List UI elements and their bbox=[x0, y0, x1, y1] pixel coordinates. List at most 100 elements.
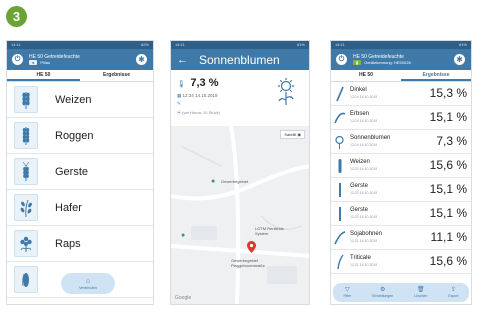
result-row[interactable]: Gerste 12:22 14.10.2019 15,1 % bbox=[331, 202, 471, 226]
result-row[interactable]: Weizen 12:22 14.10.2019 15,6 % bbox=[331, 154, 471, 178]
battery-chip: ▮ bbox=[353, 60, 362, 65]
connect-button[interactable]: ⌂ Verbinden bbox=[61, 273, 115, 294]
delete-button[interactable]: 🗑 Löschen bbox=[414, 287, 427, 298]
power-icon[interactable]: ⏻ bbox=[336, 54, 347, 65]
device-chip: ● bbox=[29, 60, 38, 65]
app-subtitle: Pillau bbox=[40, 60, 51, 65]
result-value: 15,1 % bbox=[429, 206, 467, 220]
satellite-label: Satellit bbox=[284, 132, 297, 137]
phone-results-list: 14:11 81% ⏻ HE 50 Getreidefeuchte ▮ Gerä… bbox=[330, 40, 472, 305]
datetime: 12:24 14.10.2019 bbox=[182, 93, 218, 98]
result-date: 12:24 14.10.2019 bbox=[350, 143, 378, 147]
tab-he50[interactable]: HE 50 bbox=[331, 70, 401, 81]
results-list: Dinkel 12:24 14.10.2019 15,3 % Erbsen 12:2… bbox=[331, 82, 471, 274]
settings-button[interactable]: ⚙ Einstellungen bbox=[372, 287, 393, 298]
rye-icon bbox=[14, 122, 38, 149]
result-row[interactable]: Sonnenblumen 12:24 14.10.2019 7,3 % bbox=[331, 130, 471, 154]
app-title-block: HE 50 Getreidefeuchte ● Pillau bbox=[29, 54, 80, 65]
grain-list: Weizen Roggen Gerste Hafer Raps ⌂ Verbin… bbox=[7, 82, 153, 298]
poi-pin-icon[interactable]: ● bbox=[211, 178, 215, 185]
settings-label: Einstellungen bbox=[372, 294, 394, 298]
location-map[interactable]: Satellit ◉ ● Gewerbegebiet ● LGTM Renfie… bbox=[171, 126, 309, 304]
location-pin-icon: ⦿ bbox=[177, 110, 181, 115]
grain-row-weizen[interactable]: Weizen bbox=[7, 82, 153, 118]
corn-icon bbox=[14, 266, 38, 293]
status-time: 14:11 bbox=[11, 42, 21, 47]
edit-note-icon[interactable]: ✎ bbox=[177, 101, 181, 106]
result-text: Sonnenblumen 12:24 14.10.2019 bbox=[350, 135, 390, 148]
power-icon[interactable]: ⏻ bbox=[12, 54, 23, 65]
wheat-icon bbox=[14, 86, 38, 113]
barley-icon bbox=[333, 205, 346, 223]
step-badge: 3 bbox=[6, 6, 27, 27]
app-subtitle-row: ● Pillau bbox=[29, 60, 80, 65]
app-bar: ⏻ HE 50 Getreidefeuchte ▮ Gerätekennung:… bbox=[331, 49, 471, 70]
status-time: 14:11 bbox=[175, 42, 185, 47]
result-date: 12:22 14.10.2019 bbox=[350, 191, 378, 195]
grain-row-raps[interactable]: Raps bbox=[7, 226, 153, 262]
result-name: Sonnenblumen bbox=[350, 135, 391, 141]
result-row[interactable]: Sojabohnen 12:21 14.10.2019 11,1 % bbox=[331, 226, 471, 250]
tab-results[interactable]: Ergebnisse bbox=[401, 70, 471, 81]
result-date: 12:24 14.10.2019 bbox=[350, 119, 378, 123]
status-time: 14:11 bbox=[335, 42, 345, 47]
app-bar: ⏻ HE 50 Getreidefeuchte ● Pillau ✱ bbox=[7, 49, 153, 70]
back-arrow-icon[interactable]: ← bbox=[177, 54, 191, 66]
triticale-icon bbox=[333, 253, 346, 271]
tab-he50[interactable]: HE 50 bbox=[7, 70, 80, 81]
connect-label: Verbinden bbox=[78, 284, 97, 290]
filter-button[interactable]: ▽ Filter bbox=[343, 287, 351, 298]
status-bar: 14:11 81% bbox=[331, 41, 471, 49]
satellite-toggle[interactable]: Satellit ◉ bbox=[280, 130, 305, 139]
tab-bar: HE 50 Ergebnisse bbox=[7, 70, 153, 82]
app-subtitle-row: ▮ Gerätekennung: HE50028 bbox=[353, 60, 411, 65]
result-value: 11,1 % bbox=[430, 230, 467, 244]
settings-gear-icon[interactable]: ✱ bbox=[136, 54, 147, 65]
result-row[interactable]: Erbsen 12:24 14.10.2019 15,1 % bbox=[331, 106, 471, 130]
settings-gear-icon[interactable]: ✱ bbox=[454, 54, 465, 65]
tab-bar: HE 50 Ergebnisse bbox=[331, 70, 471, 82]
status-battery: 81% bbox=[296, 42, 305, 47]
spelt-icon bbox=[333, 85, 346, 103]
result-row[interactable]: Triticale 12:21 14.10.2019 15,6 % bbox=[331, 250, 471, 274]
barley-icon bbox=[14, 158, 38, 185]
result-date: 12:24 14.10.2019 bbox=[350, 95, 378, 99]
phone-grain-selection: 14:11 82% ⏻ HE 50 Getreidefeuchte ● Pill… bbox=[6, 40, 154, 305]
result-text: Dinkel 12:24 14.10.2019 bbox=[350, 87, 377, 100]
result-date: 12:21 14.10.2019 bbox=[350, 263, 378, 267]
export-button[interactable]: ⇪ Export bbox=[448, 287, 458, 298]
sunflower-icon bbox=[333, 133, 346, 151]
map-marker-icon[interactable] bbox=[247, 241, 256, 253]
export-label: Export bbox=[448, 294, 459, 298]
status-battery: 82% bbox=[140, 42, 149, 47]
grain-row-gerste[interactable]: Gerste bbox=[7, 154, 153, 190]
rapeseed-icon bbox=[14, 230, 38, 257]
result-text: Triticale 12:21 14.10.2019 bbox=[350, 255, 377, 268]
location-note: (ver Homa, 10 Stück) bbox=[182, 110, 220, 115]
tab-results[interactable]: Ergebnisse bbox=[80, 70, 153, 81]
result-name: Erbsen bbox=[350, 111, 370, 117]
peas-icon bbox=[333, 109, 346, 127]
detail-title: Sonnenblumen bbox=[199, 52, 280, 67]
result-name: Sojabohnen bbox=[350, 231, 383, 237]
grain-row-hafer[interactable]: Hafer bbox=[7, 190, 153, 226]
result-name: Weizen bbox=[350, 159, 370, 165]
results-footer-bar: ▽ Filter ⚙ Einstellungen 🗑 Löschen ⇪ Export bbox=[333, 283, 469, 302]
map-attribution: Google bbox=[175, 295, 192, 301]
result-row[interactable]: Dinkel 12:24 14.10.2019 15,3 % bbox=[331, 82, 471, 106]
grain-row-roggen[interactable]: Roggen bbox=[7, 118, 153, 154]
map-label-1: Gewerbegebiet bbox=[221, 179, 249, 184]
grain-label: Roggen bbox=[55, 129, 94, 142]
measurement-summary: 🌡 7,3 % ▦ 12:24 14.10.2019 ✎ ⦿ (ver Homa… bbox=[171, 70, 309, 126]
calendar-icon: ▦ bbox=[177, 93, 182, 98]
app-subtitle: Gerätekennung: HE50028 bbox=[364, 60, 411, 65]
result-date: 12:22 14.10.2019 bbox=[350, 215, 378, 219]
result-text: Erbsen 12:24 14.10.2019 bbox=[350, 111, 377, 124]
trash-icon: 🗑 bbox=[416, 287, 425, 293]
detail-app-bar: ← Sonnenblumen bbox=[171, 49, 309, 70]
result-name: Dinkel bbox=[350, 87, 367, 93]
sunflower-icon bbox=[278, 78, 294, 105]
thermometer-icon: 🌡 bbox=[177, 81, 186, 88]
poi-pin-icon[interactable]: ● bbox=[181, 232, 185, 239]
result-row[interactable]: Gerste 12:22 14.10.2019 15,1 % bbox=[331, 178, 471, 202]
